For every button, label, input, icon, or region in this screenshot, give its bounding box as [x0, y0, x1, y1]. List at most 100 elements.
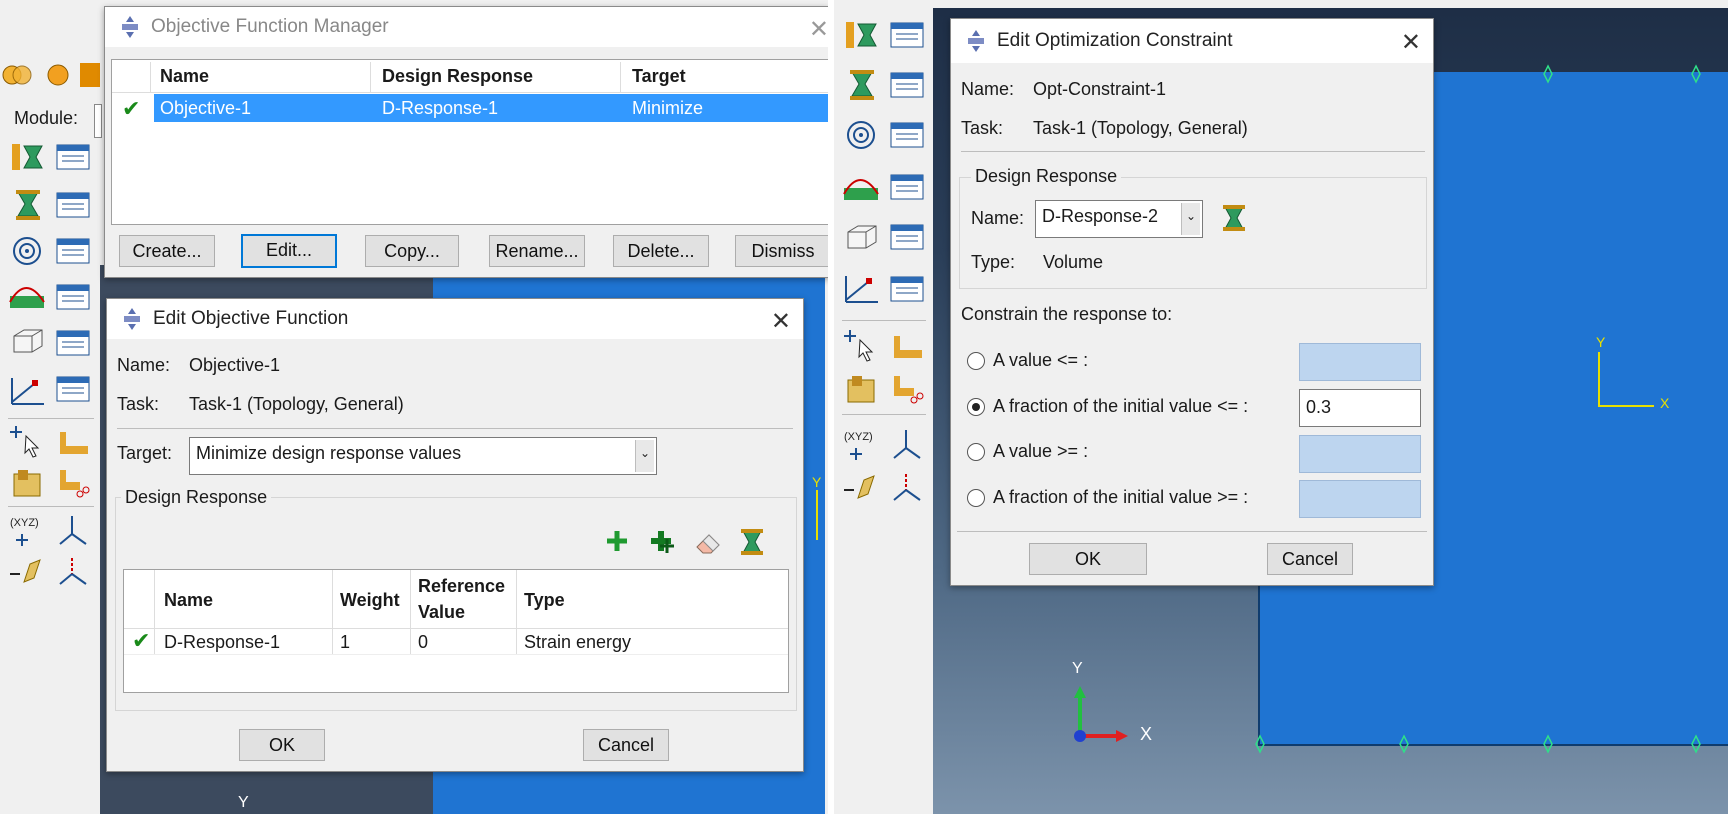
chevron-down-icon[interactable]: ⌄ — [1181, 203, 1200, 235]
objective-tool-icon[interactable] — [10, 140, 48, 174]
manager-icon-5[interactable] — [888, 222, 926, 252]
cut-tool-icon[interactable] — [56, 466, 92, 500]
toolbar-shapes-icon[interactable] — [0, 55, 100, 95]
constrain-label: Constrain the response to: — [961, 304, 1173, 324]
xyz-point-tool-icon[interactable]: (XYZ) — [8, 514, 48, 548]
manager-icon-4[interactable] — [888, 172, 926, 202]
edit-objective-titlebar[interactable]: Edit Objective Function ✕ — [107, 299, 803, 339]
stop-condition-tool-icon[interactable] — [8, 374, 46, 408]
col-type[interactable]: Type — [524, 590, 565, 611]
manager-icon-1[interactable] — [54, 142, 92, 172]
manager-icon-3[interactable] — [888, 120, 926, 150]
datum-tool-icon[interactable] — [890, 332, 926, 362]
design-response-icon[interactable] — [739, 527, 765, 557]
col-target[interactable]: Target — [632, 66, 686, 87]
plane-tool-icon[interactable] — [8, 554, 48, 588]
eraser-icon[interactable] — [693, 527, 723, 557]
option-fraction-ge-radio[interactable] — [967, 489, 985, 507]
cut-tool-icon[interactable] — [890, 372, 926, 406]
delete-button[interactable]: Delete... — [613, 235, 709, 267]
response-name-label: Name: — [971, 208, 1025, 228]
csys-tool-icon[interactable] — [890, 470, 926, 504]
manager-icon-3[interactable] — [54, 236, 92, 266]
task-label: Task: — [117, 394, 160, 414]
chevron-down-icon[interactable]: ⌄ — [635, 440, 654, 472]
axis-tool-icon[interactable] — [56, 514, 92, 548]
close-icon[interactable]: ✕ — [809, 15, 829, 44]
axis-tool-icon[interactable] — [890, 428, 926, 462]
box-tool-icon[interactable] — [844, 222, 880, 252]
add-icon[interactable] — [603, 527, 631, 555]
row-name[interactable]: D-Response-1 — [164, 632, 280, 653]
col-name[interactable]: Name — [164, 590, 213, 611]
col-reference-value[interactable]: Reference — [418, 576, 505, 597]
partition-tool-icon[interactable] — [844, 372, 880, 406]
manager-icon-4[interactable] — [54, 282, 92, 312]
xyz-point-tool-icon[interactable]: (XYZ) — [842, 428, 882, 462]
select-tool-icon[interactable] — [842, 330, 882, 364]
ok-button[interactable]: OK — [1029, 543, 1147, 575]
value-le-field[interactable] — [1299, 343, 1421, 381]
design-response-tool-icon[interactable] — [848, 68, 878, 102]
option-fraction-le-radio[interactable] — [967, 398, 985, 416]
edit-button[interactable]: Edit... — [241, 234, 337, 268]
copy-button[interactable]: Copy... — [365, 235, 459, 267]
csys-tool-icon[interactable] — [56, 554, 92, 588]
box-tool-icon[interactable] — [10, 326, 46, 356]
cancel-button[interactable]: Cancel — [1267, 543, 1353, 575]
objective-tool-icon[interactable] — [844, 18, 882, 52]
name-value: Opt-Constraint-1 — [1033, 79, 1167, 99]
stop-condition-tool-icon[interactable] — [842, 272, 880, 306]
target-tool-icon[interactable] — [10, 234, 44, 268]
fraction-ge-field[interactable] — [1299, 480, 1421, 518]
create-button[interactable]: Create... — [119, 235, 215, 267]
response-name-select[interactable]: D-Response-2 ⌄ — [1035, 200, 1203, 238]
triad-small-x-label: X — [1660, 395, 1670, 411]
axis-line — [816, 490, 818, 540]
manager-icon-1[interactable] — [888, 20, 926, 50]
manager-icon-2[interactable] — [54, 190, 92, 220]
close-icon[interactable]: ✕ — [771, 307, 791, 336]
add-multiple-icon[interactable] — [647, 527, 677, 557]
module-combo[interactable] — [94, 104, 102, 138]
curve-tool-icon[interactable] — [842, 170, 880, 204]
option-value-ge-radio[interactable] — [967, 443, 985, 461]
dismiss-button[interactable]: Dismiss — [735, 235, 830, 267]
option-value-le-radio[interactable] — [967, 352, 985, 370]
check-icon: ✔ — [122, 96, 141, 121]
select-tool-icon[interactable] — [8, 426, 48, 460]
toolbox-divider-2 — [842, 414, 926, 415]
design-response-icon[interactable] — [1221, 203, 1247, 233]
row-weight[interactable]: 1 — [340, 632, 350, 653]
manager-icon-6[interactable] — [888, 274, 926, 304]
separator — [117, 428, 793, 429]
row-reference-value[interactable]: 0 — [418, 632, 428, 653]
datum-tool-icon[interactable] — [56, 428, 92, 458]
target-select[interactable]: Minimize design response values ⌄ — [189, 437, 657, 475]
edit-objective-title: Edit Objective Function — [153, 308, 349, 329]
design-response-tool-icon[interactable] — [14, 188, 44, 222]
manager-icon-2[interactable] — [888, 70, 926, 100]
obj-manager-titlebar[interactable]: Objective Function Manager ✕ — [105, 7, 829, 47]
svg-text:(XYZ): (XYZ) — [10, 517, 39, 529]
value-ge-field[interactable] — [1299, 435, 1421, 473]
manager-icon-5[interactable] — [54, 328, 92, 358]
col-name[interactable]: Name — [160, 66, 209, 87]
edit-constraint-title: Edit Optimization Constraint — [997, 30, 1233, 51]
partition-tool-icon[interactable] — [10, 466, 46, 500]
rename-button[interactable]: Rename... — [489, 235, 585, 267]
target-tool-icon[interactable] — [844, 118, 878, 152]
edit-objective-function-dialog: Edit Objective Function ✕ Name: Objectiv… — [106, 298, 804, 772]
manager-icon-6[interactable] — [54, 374, 92, 404]
fraction-le-field[interactable]: 0.3 — [1299, 389, 1421, 427]
target-select-value: Minimize design response values — [196, 443, 462, 463]
col-design-response[interactable]: Design Response — [382, 66, 533, 87]
cancel-button[interactable]: Cancel — [583, 729, 669, 761]
ok-button[interactable]: OK — [239, 729, 325, 761]
curve-tool-icon[interactable] — [8, 278, 46, 312]
separator — [957, 531, 1427, 532]
col-weight[interactable]: Weight — [340, 590, 400, 611]
close-icon[interactable]: ✕ — [1401, 28, 1421, 57]
edit-constraint-titlebar[interactable]: Edit Optimization Constraint ✕ — [951, 19, 1433, 63]
plane-tool-icon[interactable] — [842, 470, 882, 504]
